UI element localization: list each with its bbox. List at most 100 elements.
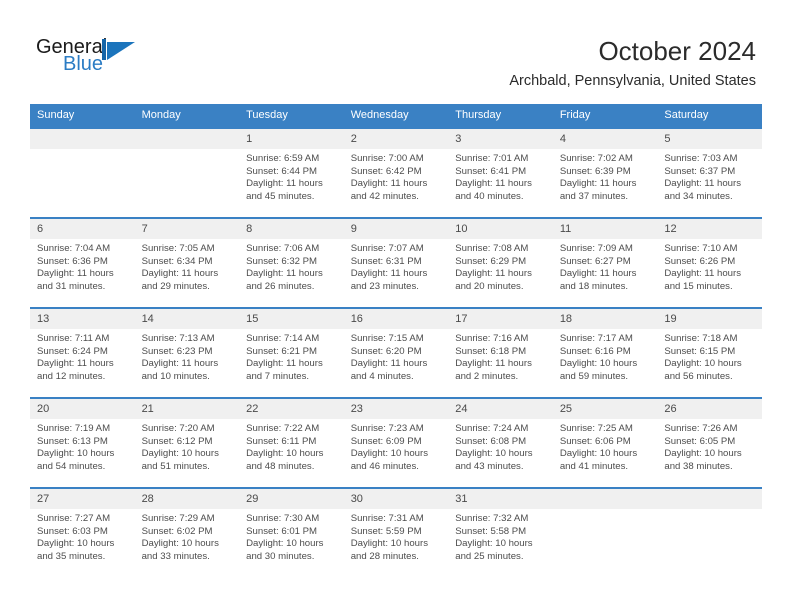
day-number: 29 [239,489,344,509]
daylight-duration-line2: and 26 minutes. [246,280,315,292]
logo-mast-shape [102,39,106,60]
daylight-duration-line2: and 28 minutes. [350,550,419,562]
day-number: 13 [30,309,135,329]
daylight-duration-line1: Daylight: 11 hours [141,268,219,280]
day-number: 1 [239,129,344,149]
day-cell-inner: 24 Sunrise: 7:24 AM Sunset: 6:08 PM Dayligh… [448,399,553,487]
sunset-time: Sunset: 6:27 PM [559,255,631,267]
sunrise-time: Sunrise: 7:00 AM [350,153,424,164]
day-of-week-header-row: Sunday Monday Tuesday Wednesday Thursday… [30,104,762,128]
sun-times-info: Sunrise: 7:18 AM Sunset: 6:15 PM Daylight:… [657,329,762,383]
sunrise-time: Sunrise: 7:13 AM [141,333,215,344]
calendar-day-cell[interactable]: 3 Sunrise: 7:01 AM Sunset: 6:41 PM Daylight… [448,127,553,218]
sunset-time: Sunset: 6:31 PM [350,255,422,267]
day-cell-inner: 18 Sunrise: 7:17 AM Sunset: 6:16 PM Dayligh… [552,309,658,397]
sunrise-time: Sunrise: 7:22 AM [246,423,320,434]
calendar-day-cell[interactable]: 29 Sunrise: 7:30 AM Sunset: 6:01 PM Dayligh… [239,487,344,577]
calendar-day-cell[interactable]: 8 Sunrise: 7:06 AM Sunset: 6:32 PM Daylight… [239,217,344,308]
daylight-duration-line2: and 29 minutes. [141,280,210,292]
column-header-saturday: Saturday [657,104,762,128]
sun-times-info: Sunrise: 7:05 AM Sunset: 6:34 PM Daylight:… [135,239,240,293]
calendar-empty-cell [30,127,135,218]
day-number: 6 [30,219,135,239]
sunrise-time: Sunrise: 7:32 AM [455,513,529,524]
calendar-day-cell[interactable]: 17 Sunrise: 7:16 AM Sunset: 6:18 PM Dayligh… [448,307,553,398]
calendar-day-cell[interactable]: 31 Sunrise: 7:32 AM Sunset: 5:58 PM Dayligh… [448,487,553,577]
calendar-day-cell[interactable]: 12 Sunrise: 7:10 AM Sunset: 6:26 PM Dayligh… [657,217,762,308]
logo-sail-shape [107,42,135,60]
day-number: 30 [343,489,449,509]
day-cell-inner: 13 Sunrise: 7:11 AM Sunset: 6:24 PM Dayligh… [30,309,135,397]
daylight-duration-line1: Daylight: 11 hours [37,268,114,280]
calendar-day-cell[interactable]: 28 Sunrise: 7:29 AM Sunset: 6:02 PM Dayligh… [134,487,240,577]
day-cell-inner: 23 Sunrise: 7:23 AM Sunset: 6:09 PM Dayligh… [343,399,449,487]
sunset-time: Sunset: 6:21 PM [246,345,318,357]
day-cell-inner: 25 Sunrise: 7:25 AM Sunset: 6:06 PM Dayligh… [552,399,658,487]
sunrise-time: Sunrise: 7:17 AM [559,333,633,344]
sunrise-time: Sunrise: 7:06 AM [246,243,320,254]
page-header: General Blue October 2024 Archbald, Penn… [0,0,792,100]
day-cell-inner [30,129,135,217]
daylight-duration-line1: Daylight: 11 hours [455,358,532,370]
calendar-day-cell[interactable]: 15 Sunrise: 7:14 AM Sunset: 6:21 PM Dayligh… [239,307,344,398]
day-cell-inner: 14 Sunrise: 7:13 AM Sunset: 6:23 PM Dayligh… [134,309,240,397]
calendar-day-cell[interactable]: 26 Sunrise: 7:26 AM Sunset: 6:05 PM Dayligh… [657,397,762,488]
calendar-day-cell[interactable]: 30 Sunrise: 7:31 AM Sunset: 5:59 PM Dayligh… [343,487,449,577]
day-number: 18 [552,309,658,329]
calendar-day-cell[interactable]: 11 Sunrise: 7:09 AM Sunset: 6:27 PM Dayligh… [552,217,658,308]
sun-times-info: Sunrise: 7:32 AM Sunset: 5:58 PM Daylight:… [448,509,553,563]
daylight-duration-line1: Daylight: 10 hours [350,448,429,460]
sunset-time: Sunset: 6:05 PM [664,435,736,447]
calendar-day-cell[interactable]: 14 Sunrise: 7:13 AM Sunset: 6:23 PM Dayligh… [134,307,240,398]
calendar-day-cell[interactable]: 9 Sunrise: 7:07 AM Sunset: 6:31 PM Daylight… [343,217,449,308]
daylight-duration-line2: and 54 minutes. [37,460,106,472]
daylight-duration-line2: and 59 minutes. [559,370,629,382]
daylight-duration-line2: and 10 minutes. [141,370,210,382]
sunrise-time: Sunrise: 7:29 AM [141,513,215,524]
calendar-day-cell[interactable]: 5 Sunrise: 7:03 AM Sunset: 6:37 PM Daylight… [657,127,762,218]
daylight-duration-line1: Daylight: 11 hours [246,268,323,280]
calendar-day-cell[interactable]: 18 Sunrise: 7:17 AM Sunset: 6:16 PM Dayligh… [552,307,658,398]
daylight-duration-line1: Daylight: 11 hours [350,268,428,280]
calendar-day-cell[interactable]: 6 Sunrise: 7:04 AM Sunset: 6:36 PM Daylight… [30,217,135,308]
sun-times-info: Sunrise: 7:07 AM Sunset: 6:31 PM Daylight:… [344,239,449,293]
sun-times-info: Sunrise: 7:24 AM Sunset: 6:08 PM Daylight:… [448,419,553,473]
calendar-week-row: 13 Sunrise: 7:11 AM Sunset: 6:24 PM Dayligh… [30,307,762,398]
brand-logo[interactable]: General Blue [36,37,216,85]
day-number [134,129,240,149]
sun-times-info: Sunrise: 7:26 AM Sunset: 6:05 PM Daylight:… [657,419,762,473]
calendar-page: General Blue October 2024 Archbald, Penn… [0,0,792,612]
calendar-day-cell[interactable]: 16 Sunrise: 7:15 AM Sunset: 6:20 PM Dayligh… [343,307,449,398]
calendar-day-cell[interactable]: 1 Sunrise: 6:59 AM Sunset: 6:44 PM Daylight… [239,127,344,218]
day-number: 31 [448,489,553,509]
sunrise-time: Sunrise: 7:24 AM [455,423,529,434]
sunset-time: Sunset: 5:59 PM [350,525,422,537]
day-number: 11 [552,219,658,239]
calendar-day-cell[interactable]: 4 Sunrise: 7:02 AM Sunset: 6:39 PM Daylight… [552,127,658,218]
daylight-duration-line2: and 42 minutes. [350,190,419,202]
daylight-duration-line1: Daylight: 11 hours [664,268,741,280]
day-cell-inner: 29 Sunrise: 7:30 AM Sunset: 6:01 PM Dayligh… [239,489,344,577]
calendar-day-cell[interactable]: 20 Sunrise: 7:19 AM Sunset: 6:13 PM Dayligh… [30,397,135,488]
daylight-duration-line1: Daylight: 10 hours [559,358,638,370]
calendar-day-cell[interactable]: 22 Sunrise: 7:22 AM Sunset: 6:11 PM Dayligh… [239,397,344,488]
sun-times-info: Sunrise: 7:29 AM Sunset: 6:02 PM Daylight:… [135,509,240,563]
sunrise-time: Sunrise: 7:26 AM [664,423,738,434]
calendar-day-cell[interactable]: 13 Sunrise: 7:11 AM Sunset: 6:24 PM Dayligh… [30,307,135,398]
calendar-day-cell[interactable]: 19 Sunrise: 7:18 AM Sunset: 6:15 PM Dayligh… [657,307,762,398]
sun-times-info: Sunrise: 7:17 AM Sunset: 6:16 PM Daylight:… [553,329,658,383]
calendar-day-cell[interactable]: 27 Sunrise: 7:27 AM Sunset: 6:03 PM Dayligh… [30,487,135,577]
calendar-day-cell[interactable]: 2 Sunrise: 7:00 AM Sunset: 6:42 PM Daylight… [343,127,449,218]
calendar-day-cell[interactable]: 10 Sunrise: 7:08 AM Sunset: 6:29 PM Dayligh… [448,217,553,308]
day-number: 10 [448,219,553,239]
daylight-duration-line1: Daylight: 10 hours [37,448,115,460]
calendar-day-cell[interactable]: 25 Sunrise: 7:25 AM Sunset: 6:06 PM Dayligh… [552,397,658,488]
calendar-day-cell[interactable]: 24 Sunrise: 7:24 AM Sunset: 6:08 PM Dayligh… [448,397,553,488]
sun-times-info: Sunrise: 7:11 AM Sunset: 6:24 PM Daylight:… [30,329,135,383]
calendar-day-cell[interactable]: 7 Sunrise: 7:05 AM Sunset: 6:34 PM Daylight… [134,217,240,308]
sunset-time: Sunset: 6:29 PM [455,255,527,267]
calendar-day-cell[interactable]: 21 Sunrise: 7:20 AM Sunset: 6:12 PM Dayligh… [134,397,240,488]
calendar-day-cell[interactable]: 23 Sunrise: 7:23 AM Sunset: 6:09 PM Dayligh… [343,397,449,488]
day-cell-inner: 30 Sunrise: 7:31 AM Sunset: 5:59 PM Dayligh… [343,489,449,577]
daylight-duration-line2: and 37 minutes. [559,190,629,202]
